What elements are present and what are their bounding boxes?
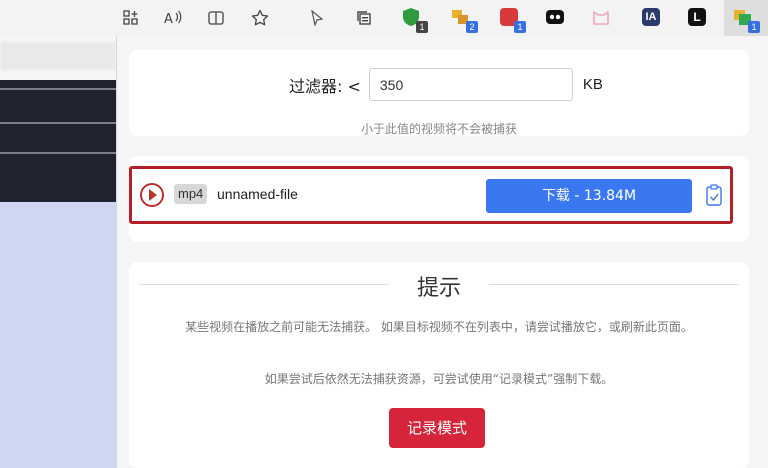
mask-extension-icon[interactable] — [544, 6, 568, 30]
extension-badge: 1 — [416, 21, 428, 33]
ia-extension-icon[interactable]: IA — [640, 6, 664, 30]
cat-extension-icon[interactable] — [590, 6, 614, 30]
read-aloud-icon[interactable]: A — [162, 7, 184, 29]
tips-card: 提示 某些视频在播放之前可能无法捕获。 如果目标视频不在列表中，请尝试播放它，或… — [129, 262, 749, 468]
copy-clipboard-icon[interactable] — [706, 184, 722, 206]
extension-badge: 1 — [748, 21, 760, 33]
divider — [0, 152, 116, 154]
page-content-area — [0, 202, 116, 468]
blurred-page-header — [0, 42, 116, 70]
coupon-extension-icon[interactable]: 2 — [450, 6, 478, 33]
browser-toolbar: A 1 2 1 IA L 1 — [0, 0, 768, 36]
background-page — [0, 36, 116, 468]
extension-badge: 1 — [514, 21, 526, 33]
tips-paragraph-2: 如果尝试后依然无法捕获资源，可尝试使用“记录模式”强制下载。 — [264, 372, 614, 386]
video-item: mp4 unnamed-file 下载 - 13.84M — [129, 166, 733, 224]
tips-title: 提示 — [416, 276, 461, 301]
format-badge: mp4 — [174, 184, 208, 204]
record-mode-button[interactable]: 记录模式 — [389, 408, 485, 448]
collections-icon[interactable] — [353, 7, 375, 29]
video-list-card: mp4 unnamed-file 下载 - 13.84M — [129, 156, 749, 242]
filter-size-input[interactable] — [368, 68, 573, 101]
extension-popup: 过滤器: < KB 小于此值的视频将不会被捕获 mp4 unnamed-file… — [116, 36, 768, 468]
shield-extension-icon[interactable]: 1 — [400, 6, 428, 33]
cursor-icon[interactable] — [306, 7, 328, 29]
play-icon[interactable] — [140, 183, 164, 207]
apps-grid-icon[interactable] — [120, 7, 142, 29]
filter-unit: KB — [582, 76, 603, 93]
divider — [0, 88, 116, 90]
l-extension-icon[interactable]: L — [686, 6, 710, 30]
divider — [0, 122, 116, 124]
filter-card: 过滤器: < KB 小于此值的视频将不会被捕获 — [129, 50, 749, 136]
dark-page-section — [0, 80, 116, 202]
filter-label: 过滤器: < — [289, 76, 361, 96]
filter-hint: 小于此值的视频将不会被捕获 — [360, 122, 517, 136]
cat-catch-extension-icon[interactable]: 1 — [732, 6, 760, 33]
extension-badge: 2 — [466, 21, 478, 33]
red-extension-icon[interactable]: 1 — [498, 6, 526, 33]
favorite-star-icon[interactable] — [249, 7, 271, 29]
tips-header: 提示 — [129, 270, 749, 301]
svg-text:A: A — [164, 12, 173, 26]
download-button[interactable]: 下载 - 13.84M — [486, 179, 692, 213]
filter-row: 过滤器: < KB — [289, 68, 603, 101]
split-screen-icon[interactable] — [205, 7, 227, 29]
video-filename: unnamed-file — [217, 186, 298, 202]
tips-paragraph-1: 某些视频在播放之前可能无法捕获。 如果目标视频不在列表中，请尝试播放它，或刷新此… — [185, 320, 693, 334]
